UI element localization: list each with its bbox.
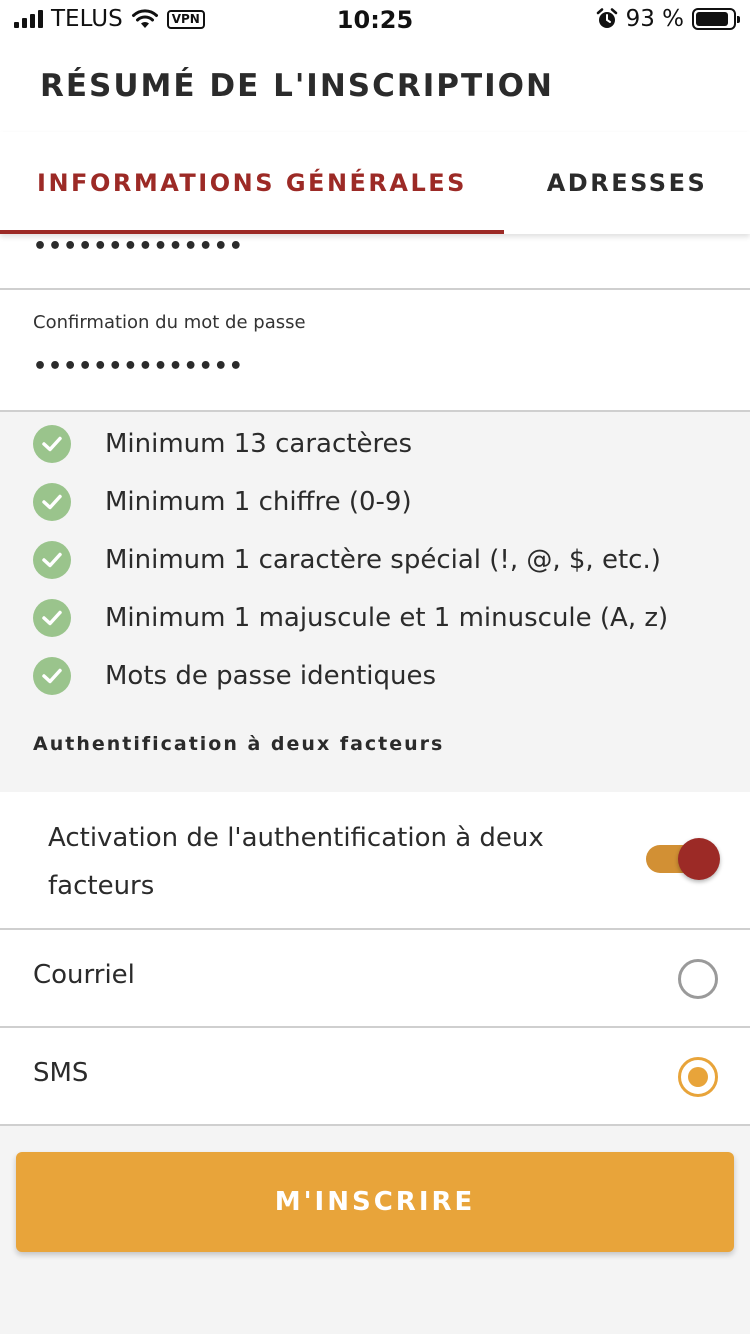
tab-bar: INFORMATIONS GÉNÉRALES ADRESSES xyxy=(0,132,750,234)
confirm-password-label: Confirmation du mot de passe xyxy=(33,312,306,333)
radio-selected-dot xyxy=(688,1067,708,1087)
active-tab-indicator xyxy=(0,230,504,234)
check-icon xyxy=(33,541,71,579)
two-factor-toggle[interactable] xyxy=(646,838,720,880)
tab-addresses-label: ADRESSES xyxy=(546,169,708,197)
requirement-text: Mots de passe identiques xyxy=(105,661,437,691)
toggle-knob xyxy=(678,838,720,880)
option-email-label: Courriel xyxy=(33,960,135,990)
status-bar: TELUS VPN 10:25 93 % xyxy=(0,0,750,40)
requirement-item: Minimum 1 chiffre (0-9) xyxy=(0,473,750,531)
password-field[interactable]: •••••••••••••• xyxy=(0,234,750,290)
requirement-text: Minimum 13 caractères xyxy=(105,429,413,459)
status-bar-right: 93 % xyxy=(596,6,740,32)
confirm-password-field[interactable]: Confirmation du mot de passe •••••••••••… xyxy=(0,290,750,412)
option-sms-label: SMS xyxy=(33,1058,89,1088)
option-sms-row[interactable]: SMS xyxy=(0,1028,750,1126)
option-sms-radio[interactable] xyxy=(678,1057,718,1097)
tab-general-info[interactable]: INFORMATIONS GÉNÉRALES xyxy=(0,132,504,234)
tab-addresses[interactable]: ADRESSES xyxy=(504,132,750,234)
requirement-item: Minimum 1 caractère spécial (!, @, $, et… xyxy=(0,531,750,589)
alarm-icon xyxy=(596,8,617,28)
two-factor-toggle-label: Activation de l'authentification à deux … xyxy=(48,823,544,901)
check-icon xyxy=(33,483,71,521)
page-title: RÉSUMÉ DE L'INSCRIPTION xyxy=(40,68,554,104)
requirement-item: Minimum 13 caractères xyxy=(0,415,750,473)
confirm-password-value: •••••••••••••• xyxy=(33,354,244,379)
password-value: •••••••••••••• xyxy=(33,234,244,259)
two-factor-heading: Authentification à deux facteurs xyxy=(33,733,445,755)
battery-icon xyxy=(692,8,740,30)
two-factor-toggle-row[interactable]: Activation de l'authentification à deux … xyxy=(0,792,750,930)
check-icon xyxy=(33,425,71,463)
check-icon xyxy=(33,599,71,637)
tab-general-info-label: INFORMATIONS GÉNÉRALES xyxy=(37,169,467,197)
requirement-text: Minimum 1 caractère spécial (!, @, $, et… xyxy=(105,545,661,575)
option-email-radio[interactable] xyxy=(678,959,718,999)
battery-percent: 93 % xyxy=(625,6,684,32)
header: RÉSUMÉ DE L'INSCRIPTION xyxy=(0,40,750,132)
requirement-text: Minimum 1 chiffre (0-9) xyxy=(105,487,412,517)
requirement-text: Minimum 1 majuscule et 1 minuscule (A, z… xyxy=(105,603,669,633)
option-email-row[interactable]: Courriel xyxy=(0,930,750,1028)
requirement-item: Mots de passe identiques xyxy=(0,647,750,705)
check-icon xyxy=(33,657,71,695)
register-button[interactable]: M'INSCRIRE xyxy=(16,1152,734,1252)
requirement-item: Minimum 1 majuscule et 1 minuscule (A, z… xyxy=(0,589,750,647)
